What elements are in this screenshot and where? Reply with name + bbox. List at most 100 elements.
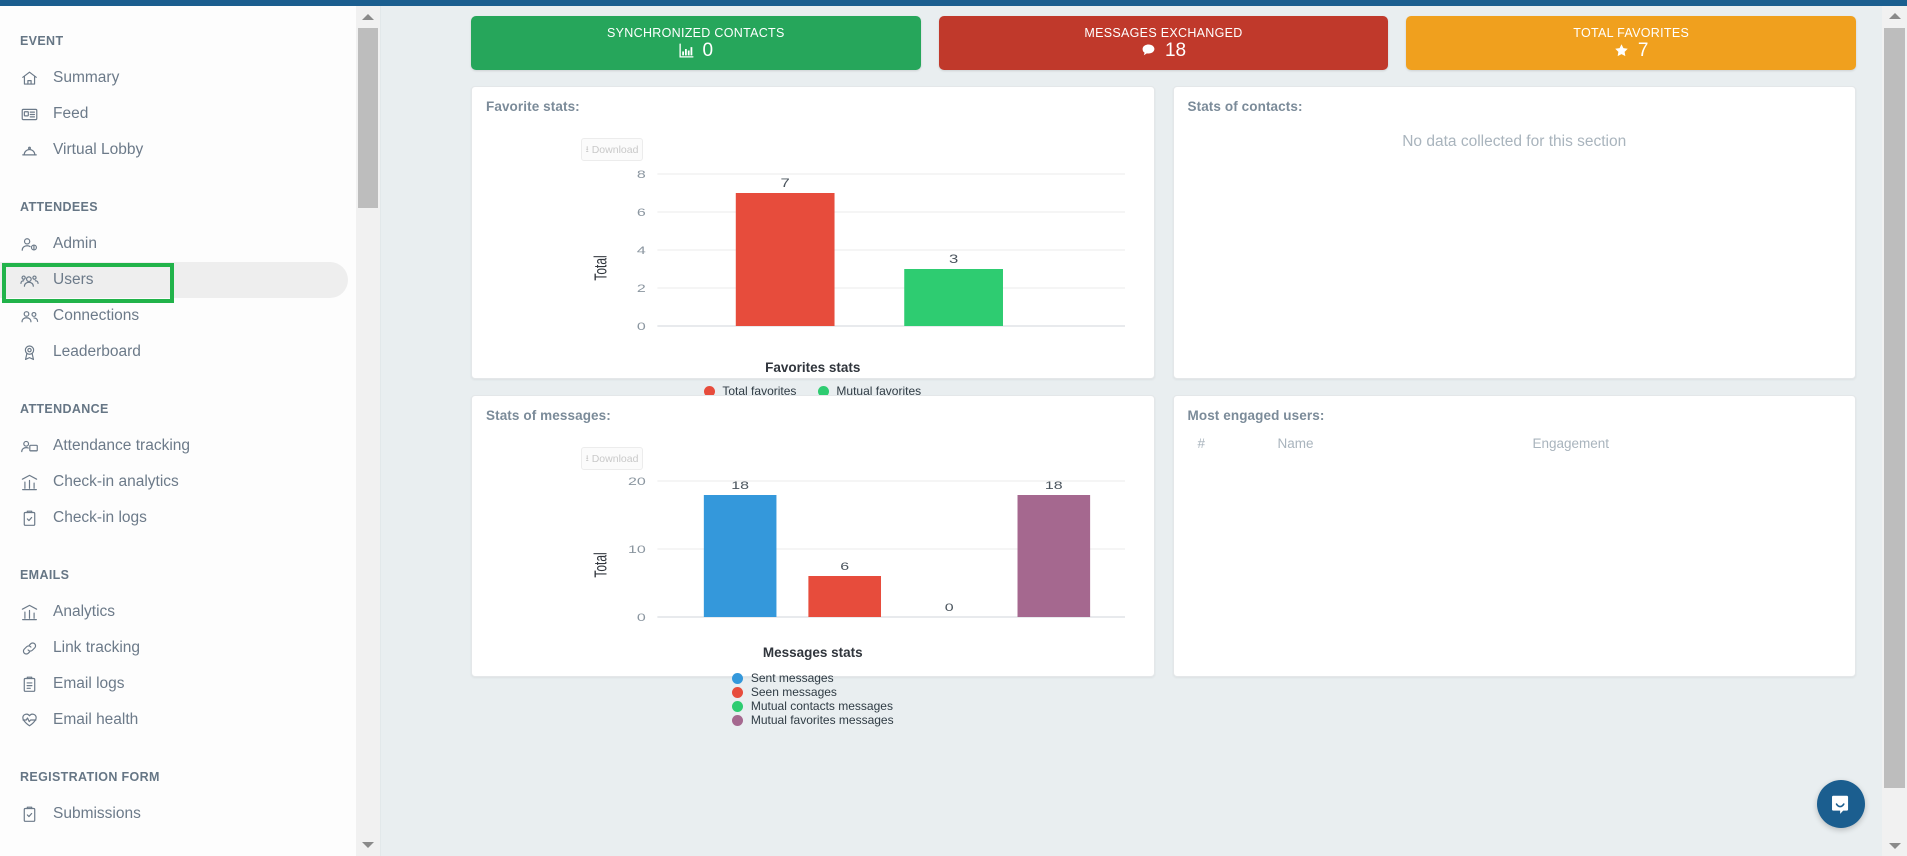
legend-dot (731, 714, 743, 726)
svg-text:6: 6 (637, 206, 646, 218)
messages-x-axis-title: Messages stats (762, 645, 863, 660)
favorites-plot-area: 8 6 4 2 0 Total 7 3 (486, 166, 1140, 356)
svg-text:0: 0 (637, 320, 646, 332)
sidebar-item-check-in-analytics[interactable]: Check-in analytics (0, 464, 356, 500)
column-header-rank: # (1197, 436, 1206, 451)
download-button-messages[interactable]: ⭳ Download (581, 447, 643, 470)
legend-dot (731, 672, 743, 684)
sidebar-item-label: Admin (53, 234, 97, 252)
sidebar-item-label: Email health (53, 710, 139, 728)
star-icon (1614, 43, 1629, 58)
sidebar-group-title: ATTENDANCE (20, 402, 109, 416)
download-label: Download (591, 452, 639, 465)
sidebar-group-spacer (0, 738, 356, 756)
legend-item[interactable]: Seen messages (731, 685, 894, 699)
sidebar-item-summary[interactable]: Summary (0, 60, 356, 96)
main-content: SYNCHRONIZED CONTACTS 0 MESSAGES EXCHANG… (381, 6, 1882, 856)
sidebar-group-spacer (0, 370, 356, 388)
legend-label: Sent messages (750, 671, 834, 685)
legend-item[interactable]: Mutual contacts messages (731, 699, 894, 713)
sidebar-scroll-thumb[interactable] (358, 28, 378, 208)
sidebar-item-label: Check-in analytics (53, 472, 179, 490)
svg-text:Total: Total (591, 552, 611, 577)
download-button-favorites[interactable]: ⭳ Download (581, 138, 643, 161)
sidebar-group-title: REGISTRATION FORM (20, 770, 160, 784)
heart-pulse-icon (20, 711, 39, 730)
stat-card-value-row: 18 (1141, 41, 1186, 60)
sidebar-item-submissions[interactable]: Submissions (0, 796, 356, 832)
svg-text:18: 18 (731, 479, 749, 491)
favorites-chart: ⭳ Download 8 6 4 2 0 Total 7 3 Favorites… (486, 114, 1140, 398)
intercom-chat-icon[interactable] (1817, 780, 1865, 828)
sidebar-item-label: Feed (53, 104, 89, 122)
home-icon (20, 69, 39, 88)
most-engaged-users-table-header: # Name Engagement (1198, 436, 1842, 451)
bar-chart-icon (20, 603, 39, 622)
panel-title: Most engaged users: (1187, 408, 1325, 423)
legend-label: Seen messages (750, 685, 837, 699)
sidebar-group-title: EMAILS (20, 568, 70, 582)
connections-icon (20, 307, 39, 326)
sidebar-item-link-tracking[interactable]: Link tracking (0, 630, 356, 666)
sidebar-item-feed[interactable]: Feed (0, 96, 356, 132)
download-label: Download (591, 143, 639, 156)
sidebar-item-analytics[interactable]: Analytics (0, 594, 356, 630)
legend-item[interactable]: Sent messages (731, 671, 894, 685)
messages-chart: ⭳ Download 20 10 0 Total 18 6 0 18 Messa… (486, 423, 1140, 727)
clipboard-check-icon (20, 509, 39, 528)
sidebar-item-label: Check-in logs (53, 508, 147, 526)
messages-legend: Sent messages Seen messages Mutual conta… (486, 671, 1140, 727)
svg-text:20: 20 (628, 475, 646, 487)
sidebar-scrollbar[interactable] (356, 6, 380, 856)
legend-item[interactable]: Mutual favorites messages (731, 713, 894, 727)
svg-text:7: 7 (781, 177, 790, 190)
main-scroll-up-arrow[interactable] (1882, 6, 1907, 26)
sidebar-item-email-logs[interactable]: Email logs (0, 666, 356, 702)
svg-text:3: 3 (949, 253, 958, 266)
svg-text:6: 6 (840, 560, 849, 572)
download-icon: ⭳ (585, 143, 589, 154)
stat-card-messages-exchanged[interactable]: MESSAGES EXCHANGED 18 (938, 16, 1389, 70)
user-admin-icon (20, 235, 39, 254)
sidebar-item-virtual-lobby[interactable]: Virtual Lobby (0, 132, 356, 168)
sidebar-scroll-down-arrow[interactable] (356, 834, 380, 856)
main-scroll-down-arrow[interactable] (1882, 836, 1907, 856)
stat-card-value-row: 7 (1614, 40, 1649, 61)
stat-card-title: TOTAL FAVORITES (1573, 26, 1690, 40)
svg-text:0: 0 (637, 611, 646, 623)
svg-text:Total: Total (591, 255, 611, 280)
empty-state-message: No data collected for this section (1402, 133, 1627, 150)
sidebar-item-label: Submissions (53, 804, 141, 822)
stat-card-synchronized-contacts[interactable]: SYNCHRONIZED CONTACTS 0 (471, 16, 921, 70)
stat-card-title: SYNCHRONIZED CONTACTS (607, 26, 785, 40)
main-scroll-thumb[interactable] (1884, 28, 1905, 788)
stat-card-title: MESSAGES EXCHANGED (1084, 26, 1243, 40)
app-root: EVENT Summary Feed Virtual Lobby ATTENDEES Ad… (0, 0, 1907, 856)
messages-plot-area: 20 10 0 Total 18 6 0 18 (486, 473, 1140, 641)
favorites-x-axis-title: Favorites stats (765, 360, 861, 375)
bar-chart-icon (20, 473, 39, 492)
sidebar-item-email-health[interactable]: Email health (0, 702, 356, 738)
sidebar-item-label: Summary (53, 68, 120, 86)
feed-card-icon (20, 105, 39, 124)
sidebar-item-leaderboard[interactable]: Leaderboard (0, 334, 356, 370)
column-header-engagement: Engagement (1532, 436, 1610, 451)
link-icon (20, 639, 39, 658)
sidebar-item-label: Link tracking (53, 638, 141, 656)
panel-title: Stats of contacts: (1187, 99, 1303, 114)
sidebar-item-label: Leaderboard (53, 342, 141, 360)
clipboard-check-icon (20, 805, 39, 824)
stat-card-value: 7 (1637, 40, 1649, 61)
main-scrollbar[interactable] (1882, 6, 1907, 856)
bar-chart-icon (679, 43, 694, 58)
users-group-icon (20, 271, 39, 290)
sidebar-item-users[interactable]: Users (0, 262, 348, 298)
sidebar-item-admin[interactable]: Admin (0, 226, 356, 262)
stat-card-total-favorites[interactable]: TOTAL FAVORITES 7 (1406, 16, 1857, 70)
sidebar-item-check-in-logs[interactable]: Check-in logs (0, 500, 356, 536)
panels-row-top: Favorite stats: ⭳ Download 8 6 4 2 0 Tot… (471, 86, 1856, 398)
sidebar-item-label: Users (53, 270, 94, 288)
sidebar-item-connections[interactable]: Connections (0, 298, 356, 334)
sidebar-item-attendance-tracking[interactable]: Attendance tracking (0, 428, 356, 464)
sidebar-scroll-up-arrow[interactable] (356, 6, 380, 28)
